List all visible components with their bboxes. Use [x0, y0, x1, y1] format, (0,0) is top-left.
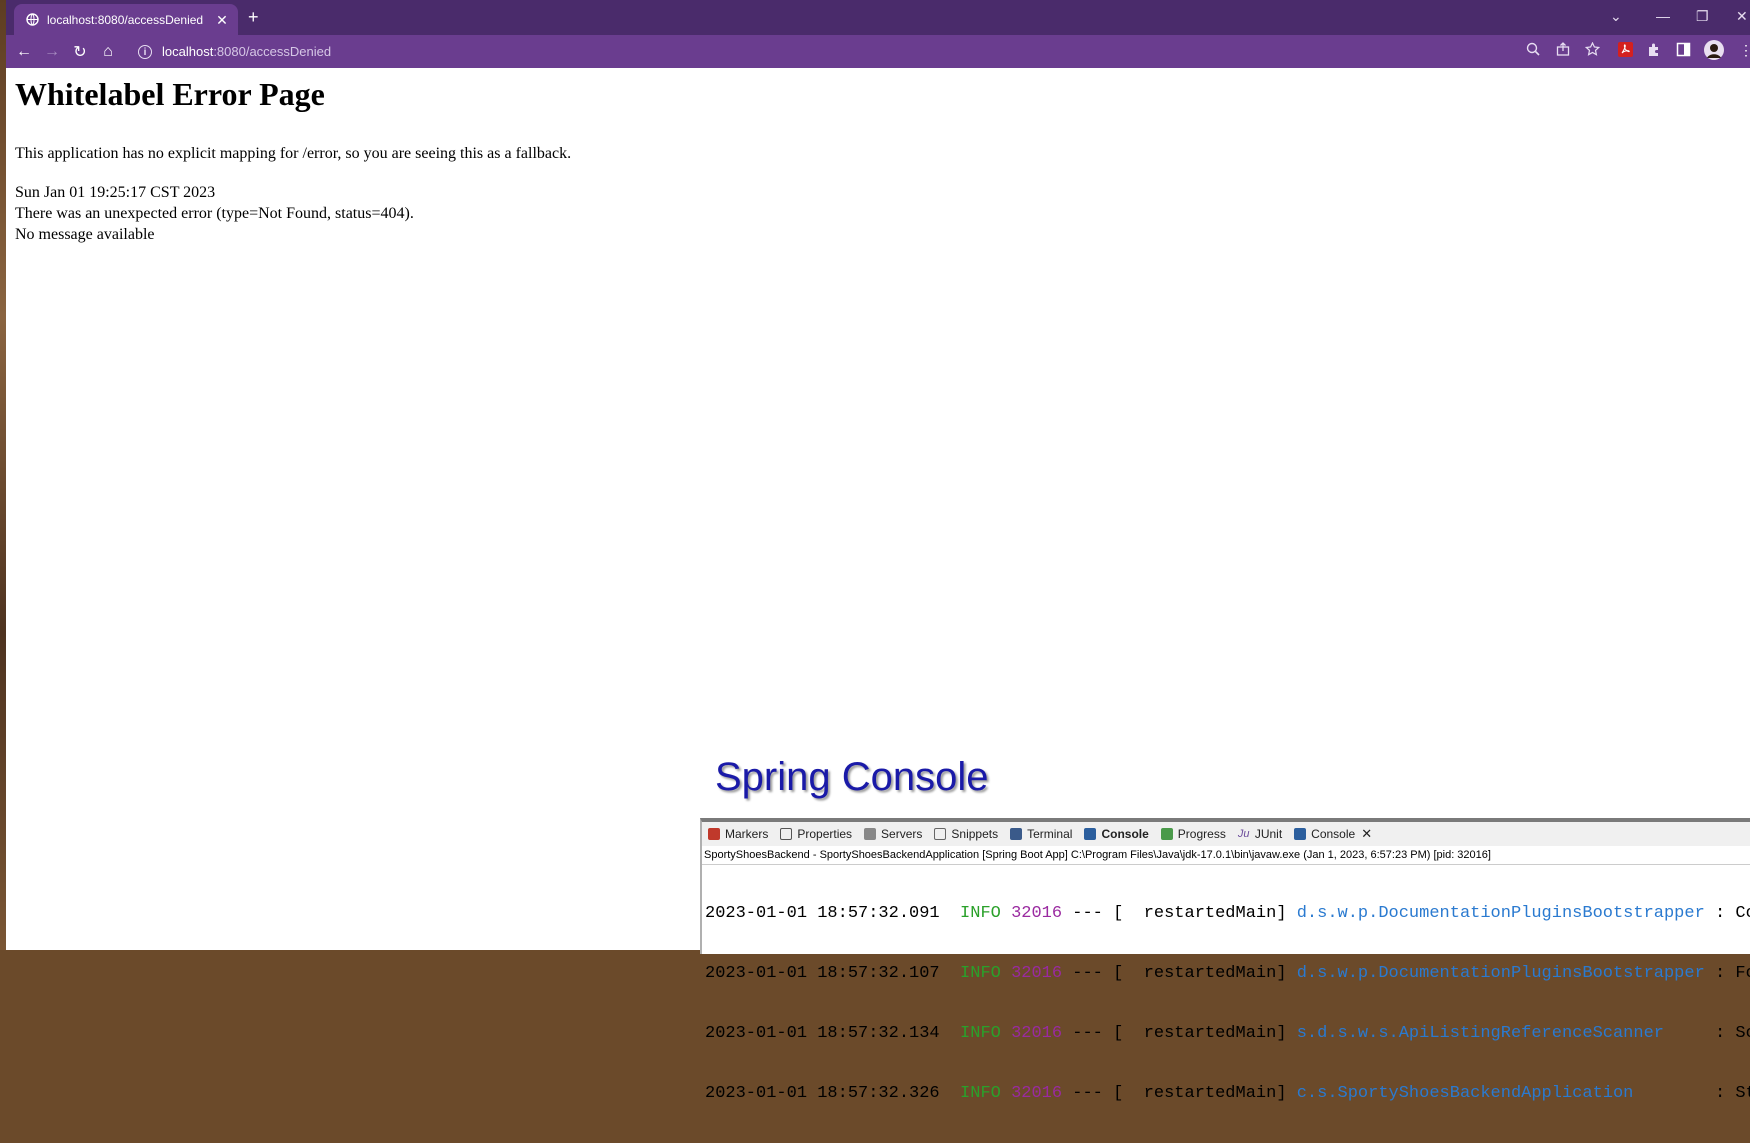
console-line: 2023-01-01 18:57:32.326 INFO 32016 --- [… [705, 1084, 1750, 1103]
error-description: There was an unexpected error (type=Not … [15, 205, 414, 222]
page-title: Whitelabel Error Page [15, 76, 325, 112]
tab-progress[interactable]: Progress [1160, 827, 1226, 841]
tab-terminal[interactable]: Terminal [1010, 827, 1072, 841]
tab-snippets[interactable]: Snippets [934, 827, 998, 841]
zoom-icon[interactable] [1526, 42, 1540, 59]
close-window-button[interactable]: ✕ [1736, 8, 1748, 25]
side-panel-icon[interactable] [1676, 42, 1691, 60]
tab-junit[interactable]: Ju JUnit [1238, 827, 1282, 841]
bookmark-star-icon[interactable] [1584, 41, 1601, 60]
close-icon[interactable]: ✕ [1361, 826, 1372, 842]
console-line: 2023-01-01 18:57:32.107 INFO 32016 --- [… [705, 964, 1750, 983]
tab-search-icon[interactable]: ⌄ [1610, 8, 1622, 25]
error-message: No message available [15, 226, 155, 243]
menu-kebab-icon[interactable]: ⋮ [1739, 42, 1750, 59]
tab-title: localhost:8080/accessDenied [47, 12, 204, 27]
minimize-button[interactable]: — [1656, 8, 1670, 24]
markers-icon [708, 828, 720, 840]
back-button[interactable]: ← [10, 43, 38, 61]
error-timestamp: Sun Jan 01 19:25:17 CST 2023 [15, 184, 216, 201]
site-info-icon[interactable]: i [138, 44, 152, 59]
new-tab-button[interactable]: + [248, 8, 259, 26]
console-icon [1084, 828, 1097, 840]
browser-tab[interactable]: localhost:8080/accessDenied ✕ [14, 4, 238, 35]
properties-icon [780, 828, 793, 840]
restore-button[interactable]: ❐ [1696, 8, 1709, 25]
address-bar[interactable]: i localhost:8080/accessDenied [134, 40, 1514, 63]
eclipse-console-panel: Markers Properties Servers Snippets Term… [700, 818, 1750, 1103]
tab-console-2[interactable]: Console ✕ [1294, 826, 1372, 842]
snippets-icon [934, 828, 947, 840]
fallback-text: This application has no explicit mapping… [15, 145, 572, 162]
pdf-extension-icon[interactable] [1618, 42, 1633, 60]
tab-markers[interactable]: Markers [708, 827, 768, 841]
overlay-caption: Spring Console [715, 755, 989, 799]
profile-avatar[interactable] [1704, 40, 1724, 63]
browser-window: localhost:8080/accessDenied ✕ + ⌄ — ❐ ✕ … [6, 0, 1750, 950]
console-output[interactable]: 2023-01-01 18:57:32.091 INFO 32016 --- [… [702, 865, 1750, 1143]
url-text: localhost:8080/accessDenied [162, 44, 332, 59]
console-line: 2023-01-01 18:57:32.134 INFO 32016 --- [… [705, 1024, 1750, 1043]
tab-console-1[interactable]: Console [1084, 827, 1149, 841]
console-icon [1294, 828, 1307, 840]
reload-button[interactable]: ↻ [66, 42, 94, 62]
tab-bar: localhost:8080/accessDenied ✕ + ⌄ — ❐ ✕ [6, 0, 1750, 35]
tab-servers[interactable]: Servers [864, 827, 922, 841]
forward-button[interactable]: → [38, 43, 66, 61]
junit-icon: Ju [1237, 828, 1250, 840]
terminal-icon [1010, 828, 1023, 840]
tab-properties[interactable]: Properties [780, 827, 852, 841]
share-icon[interactable] [1556, 42, 1570, 59]
home-button[interactable]: ⌂ [94, 43, 122, 61]
console-line: 2023-01-01 18:57:32.091 INFO 32016 --- [… [705, 904, 1750, 923]
servers-icon [864, 828, 877, 840]
progress-icon [1160, 828, 1173, 840]
globe-icon [26, 13, 39, 26]
console-tab-bar: Markers Properties Servers Snippets Term… [702, 822, 1750, 846]
console-launch-info: SportyShoesBackend - SportyShoesBackendA… [702, 846, 1750, 865]
tab-close-icon[interactable]: ✕ [214, 12, 230, 28]
browser-toolbar: ← → ↻ ⌂ i localhost:8080/accessDenied ⋮ [6, 35, 1750, 68]
extensions-puzzle-icon[interactable] [1647, 42, 1662, 60]
